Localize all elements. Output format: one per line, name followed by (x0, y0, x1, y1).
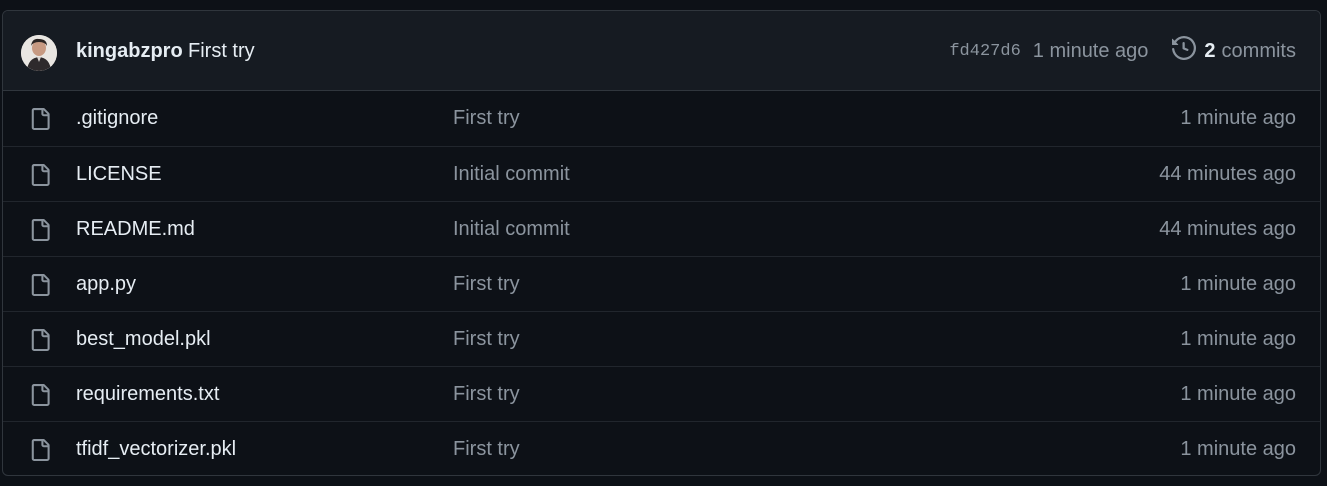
file-icon (29, 218, 51, 242)
author-avatar[interactable] (21, 35, 57, 71)
file-commit-message[interactable]: First try (453, 273, 520, 296)
file-row[interactable]: README.md Initial commit 44 minutes ago (3, 201, 1320, 256)
file-commit-time: 1 minute ago (1180, 273, 1296, 295)
file-row[interactable]: best_model.pkl First try 1 minute ago (3, 311, 1320, 366)
file-commit-time: 44 minutes ago (1159, 163, 1296, 185)
file-browser: kingabzpro First try fd427d6 1 minute ag… (2, 10, 1321, 476)
file-row[interactable]: requirements.txt First try 1 minute ago (3, 366, 1320, 421)
latest-commit-bar: kingabzpro First try fd427d6 1 minute ag… (3, 11, 1320, 91)
history-icon (1172, 35, 1197, 66)
file-row[interactable]: app.py First try 1 minute ago (3, 256, 1320, 311)
commit-message[interactable]: First try (188, 40, 255, 63)
file-name[interactable]: .gitignore (76, 107, 158, 130)
file-commit-message[interactable]: First try (453, 438, 520, 461)
file-row[interactable]: tfidf_vectorizer.pkl First try 1 minute ag… (3, 421, 1320, 475)
file-row[interactable]: .gitignore First try 1 minute ago (3, 91, 1320, 146)
file-icon (29, 273, 51, 297)
file-commit-message[interactable]: First try (453, 107, 520, 130)
file-commit-time: 1 minute ago (1180, 107, 1296, 129)
file-list: .gitignore First try 1 minute ago LICENSE In… (3, 91, 1320, 475)
commit-author[interactable]: kingabzpro (76, 40, 183, 63)
commit-age: 1 minute ago (1032, 39, 1149, 62)
commits-link[interactable]: 2 commits (1172, 35, 1296, 66)
file-commit-time: 1 minute ago (1180, 438, 1296, 460)
file-name[interactable]: LICENSE (76, 163, 162, 186)
file-name[interactable]: requirements.txt (76, 383, 219, 406)
file-commit-message[interactable]: Initial commit (453, 163, 570, 186)
file-commit-time: 1 minute ago (1180, 328, 1296, 350)
commit-count: 2 (1204, 39, 1216, 62)
file-name[interactable]: tfidf_vectorizer.pkl (76, 438, 236, 461)
file-icon (29, 328, 51, 352)
file-commit-time: 44 minutes ago (1159, 218, 1296, 240)
file-icon (29, 163, 51, 187)
file-name[interactable]: best_model.pkl (76, 328, 211, 351)
file-icon (29, 383, 51, 407)
file-commit-message[interactable]: Initial commit (453, 218, 570, 241)
file-icon (29, 438, 51, 462)
commit-sha[interactable]: fd427d6 (949, 42, 1020, 61)
file-commit-time: 1 minute ago (1180, 383, 1296, 405)
file-name[interactable]: README.md (76, 218, 195, 241)
file-commit-message[interactable]: First try (453, 383, 520, 406)
file-name[interactable]: app.py (76, 273, 136, 296)
commits-label: commits (1221, 39, 1296, 62)
file-row[interactable]: LICENSE Initial commit 44 minutes ago (3, 146, 1320, 201)
commit-meta: fd427d6 1 minute ago 2 commits (949, 35, 1296, 67)
file-commit-message[interactable]: First try (453, 328, 520, 351)
file-icon (29, 107, 51, 131)
